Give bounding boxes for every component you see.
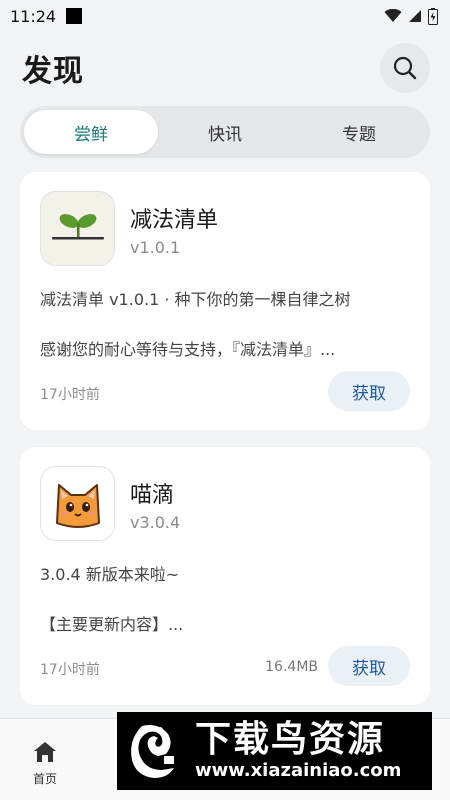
- app-size: 16.4MB: [265, 659, 318, 675]
- tab-bar: 尝鲜 快讯 专题: [20, 106, 430, 158]
- watermark-title: 下载鸟资源: [195, 719, 386, 760]
- app-description: 3.0.4 新版本来啦~: [40, 565, 180, 584]
- app-time: 17小时前: [40, 387, 100, 403]
- tab-try-new[interactable]: 尝鲜: [24, 110, 158, 154]
- home-icon: [34, 742, 56, 762]
- notification-icon: [66, 8, 83, 24]
- app-note: 【主要更新内容】...: [40, 615, 184, 634]
- app-version: v3.0.4: [130, 513, 181, 532]
- header: 发现: [0, 40, 450, 96]
- app-icon: [40, 466, 115, 541]
- battery-icon: [428, 7, 438, 25]
- search-button[interactable]: [380, 43, 430, 93]
- watermark-text: 下载鸟资源 www.xiazainiao.com: [195, 720, 401, 782]
- tab-news[interactable]: 快讯: [158, 110, 292, 154]
- app-icon: [40, 191, 115, 266]
- status-right: [384, 7, 438, 25]
- tab-topics[interactable]: 专题: [292, 110, 426, 154]
- app-time: 17小时前: [40, 662, 100, 678]
- nav-label: 首页: [32, 772, 57, 786]
- watermark-url: www.xiazainiao.com: [195, 760, 402, 781]
- app-name: 减法清单: [130, 208, 219, 233]
- nav-item-home[interactable]: 首页: [0, 719, 90, 800]
- signal-icon: [409, 10, 421, 22]
- app-name: 喵滴: [130, 483, 175, 508]
- get-button[interactable]: 获取: [328, 371, 410, 411]
- page-title: 发现: [22, 54, 84, 89]
- search-icon: [393, 56, 417, 80]
- wifi-icon: [384, 9, 402, 22]
- sprout-icon: [51, 213, 104, 239]
- cat-icon: [55, 483, 100, 528]
- status-time: 11:24: [10, 6, 57, 26]
- get-button[interactable]: 获取: [328, 646, 410, 686]
- app-card[interactable]: 减法清单 v1.0.1 减法清单 v1.0.1 · 种下你的第一棵自律之树 感谢…: [20, 172, 430, 430]
- app-card[interactable]: 喵滴 v3.0.4 3.0.4 新版本来啦~ 【主要更新内容】... 17小时前…: [20, 447, 430, 705]
- watermark-banner: 下载鸟资源 www.xiazainiao.com: [117, 712, 432, 790]
- bird-logo-icon: [125, 720, 187, 782]
- app-description: 减法清单 v1.0.1 · 种下你的第一棵自律之树: [40, 290, 351, 309]
- status-bar: 11:24: [0, 0, 450, 32]
- status-left: 11:24: [10, 6, 83, 26]
- app-version: v1.0.1: [130, 238, 181, 257]
- app-note: 感谢您的耐心等待与支持，『减法清单』...: [40, 340, 336, 359]
